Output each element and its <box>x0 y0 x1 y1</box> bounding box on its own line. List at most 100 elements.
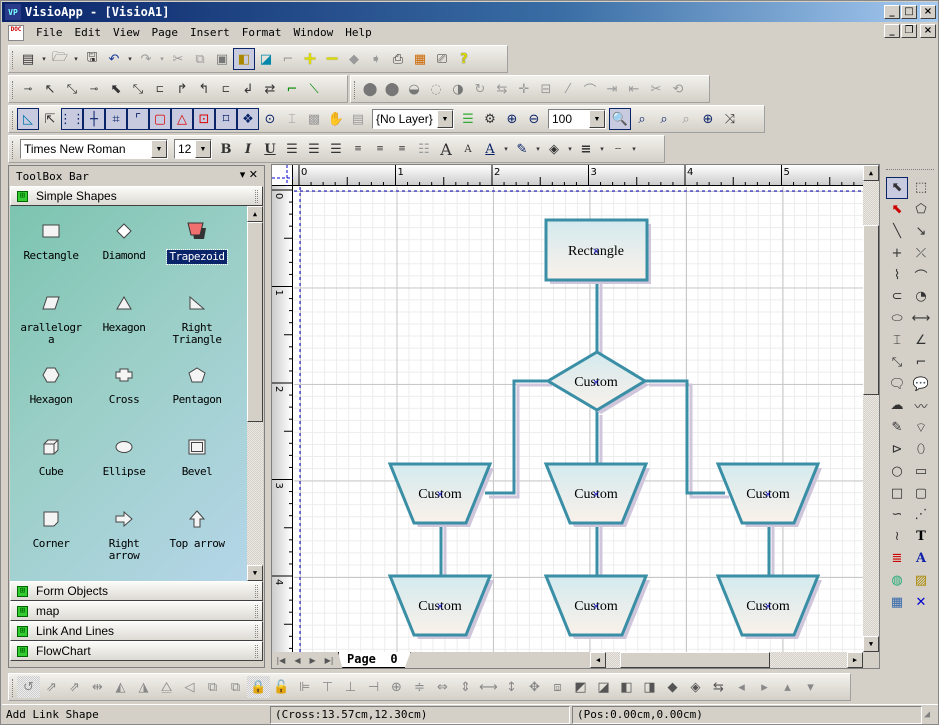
layers-icon[interactable]: ☰ <box>457 108 479 130</box>
flip-h-icon[interactable]: ◭ <box>109 676 132 698</box>
toolbox-shape-right-triangle[interactable]: Right Triangle <box>162 292 232 346</box>
zoom-rect-icon[interactable]: ⊙ <box>259 108 281 130</box>
menu-edit[interactable]: Edit <box>69 26 108 39</box>
toolbox-shape-cross[interactable]: Cross <box>89 364 159 406</box>
layer-props-icon[interactable]: ⚙ <box>479 108 501 130</box>
pen-icon[interactable]: ✎ <box>886 417 908 439</box>
delete-icon[interactable]: ✕ <box>910 591 932 613</box>
rotate-free-icon[interactable]: ↺ <box>17 676 40 698</box>
toolbox-shape-rectangle[interactable]: Rectangle <box>16 220 86 262</box>
menu-help[interactable]: Help <box>339 26 378 39</box>
swap-icon[interactable]: ⇆ <box>707 676 730 698</box>
polyline-select-icon[interactable]: ⬠ <box>910 199 932 221</box>
rich-text-icon[interactable]: ≣ <box>886 548 908 570</box>
add-point-icon[interactable]: ✛ <box>513 78 535 100</box>
send-back-icon[interactable]: ◪ <box>592 676 615 698</box>
line-icon[interactable]: ⁄ <box>557 78 579 100</box>
rectangle-icon[interactable]: ▭ <box>910 460 932 482</box>
prev-page-icon[interactable]: ◀ <box>294 656 300 665</box>
center-v-icon[interactable]: ≑ <box>408 676 431 698</box>
link-13-icon[interactable]: ⌐ <box>281 78 303 100</box>
pointer-icon[interactable]: ⬉ <box>886 177 908 199</box>
lasso-icon[interactable]: ⬚ <box>910 177 932 199</box>
line-color-dropdown-icon[interactable]: ▾ <box>533 138 543 160</box>
document-icon[interactable]: DOC <box>8 24 24 41</box>
last-page-icon[interactable]: ▶| <box>325 656 334 665</box>
move-down-icon[interactable]: ▾ <box>799 676 822 698</box>
globe-icon[interactable]: ◍ <box>886 569 908 591</box>
font-select[interactable]: Times New Roman ▼ <box>20 139 168 159</box>
doc-restore-button[interactable]: ❐ <box>901 24 917 38</box>
link-10-icon[interactable]: ⊏ <box>215 78 237 100</box>
add-icon[interactable]: + <box>299 48 321 70</box>
order1-icon[interactable]: ◆ <box>661 676 684 698</box>
zoom-out-icon[interactable]: ⊖ <box>523 108 545 130</box>
format-painter-icon[interactable]: ◧ <box>233 48 255 70</box>
join-icon[interactable]: ⟲ <box>667 78 689 100</box>
toolbox-menu-icon[interactable]: ▾ <box>240 168 246 181</box>
mirror2-icon[interactable]: ◁ <box>178 676 201 698</box>
chevron-down-icon[interactable]: ▼ <box>151 140 167 158</box>
back-icon[interactable]: ◆ <box>343 48 365 70</box>
lock-icon[interactable]: 🔒 <box>247 676 270 698</box>
cloud-icon[interactable]: ☁ <box>886 395 908 417</box>
link-6-icon[interactable]: ⤡ <box>127 78 149 100</box>
line-weight-icon[interactable]: ≡ <box>575 138 597 160</box>
v-dimension-icon[interactable]: ⌶ <box>886 330 908 352</box>
page-icon[interactable]: ⌶ <box>281 108 303 130</box>
scroll-right-icon[interactable]: ▶ <box>847 652 863 668</box>
link-12-icon[interactable]: ⇄ <box>259 78 281 100</box>
undo-dropdown-icon[interactable]: ▾ <box>125 48 135 70</box>
paste-icon[interactable]: ▣ <box>211 48 233 70</box>
toolbox-close-icon[interactable]: ✕ <box>249 168 258 181</box>
space-h-icon[interactable]: ⇔ <box>431 676 454 698</box>
toolbox-shape-bevel[interactable]: Bevel <box>162 436 232 478</box>
pie-icon[interactable]: ◔ <box>910 286 932 308</box>
curve-icon[interactable]: ⌒ <box>579 78 601 100</box>
send-backward-icon[interactable]: ◨ <box>638 676 661 698</box>
zoom-select[interactable]: 100 ▼ <box>548 109 606 129</box>
align-right-icon[interactable]: ⇤ <box>623 78 645 100</box>
wave-icon[interactable]: ≀ <box>886 526 908 548</box>
center-h-icon[interactable]: ⊕ <box>385 676 408 698</box>
open-dropdown-icon[interactable]: ▾ <box>71 48 81 70</box>
color-grid-icon[interactable]: ▦ <box>409 48 431 70</box>
bullets-icon[interactable]: ☷ <box>413 138 435 160</box>
first-page-icon[interactable]: |◀ <box>276 656 285 665</box>
next-page-icon[interactable]: ▶ <box>309 656 315 665</box>
toolbox-shape-cube[interactable]: Cube <box>16 436 86 478</box>
fragment-icon[interactable]: ◒ <box>403 78 425 100</box>
align-left-icon[interactable]: ⊫ <box>293 676 316 698</box>
scroll-thumb[interactable] <box>620 652 770 668</box>
bring-front-icon[interactable]: ◩ <box>569 676 592 698</box>
bezier-icon[interactable]: ⤫ <box>910 242 932 264</box>
combine-icon[interactable]: ⬤ <box>381 78 403 100</box>
layer-select[interactable]: {No Layer} ▼ <box>372 109 454 129</box>
chevron-down-icon[interactable]: ▼ <box>589 110 605 128</box>
valign-bottom-icon[interactable]: ≡ <box>391 138 413 160</box>
fit-selection-icon[interactable]: ⌕ <box>675 108 697 130</box>
move-left-icon[interactable]: ◂ <box>730 676 753 698</box>
close-button[interactable]: × <box>920 5 936 19</box>
align-top-icon[interactable]: ⊤ <box>316 676 339 698</box>
line-icon[interactable]: ╲ <box>886 221 908 243</box>
align-left-text-icon[interactable]: ☰ <box>281 138 303 160</box>
callout-rect-icon[interactable]: 🗨 <box>886 373 908 395</box>
menu-file[interactable]: File <box>30 26 69 39</box>
toolbox-shape-trapezoid[interactable]: Trapezoid <box>162 220 232 265</box>
zoom-in-icon[interactable]: ⊕ <box>501 108 523 130</box>
same-size-icon[interactable]: ✥ <box>523 676 546 698</box>
link-1-icon[interactable]: ⊸ <box>17 78 39 100</box>
chevron-down-icon[interactable]: ▼ <box>437 110 453 128</box>
new-dropdown-icon[interactable]: ▾ <box>39 48 49 70</box>
help-icon[interactable]: ? <box>453 48 475 70</box>
reverse-icon[interactable]: ⇆ <box>491 78 513 100</box>
link-7-icon[interactable]: ⊏ <box>149 78 171 100</box>
image-icon[interactable]: ▨ <box>910 569 932 591</box>
flip-icon[interactable]: ⇹ <box>86 676 109 698</box>
line-pattern-dropdown-icon[interactable]: ▾ <box>629 138 639 160</box>
link-8-icon[interactable]: ↱ <box>171 78 193 100</box>
chevron-down-icon[interactable]: ▼ <box>195 140 211 158</box>
scroll-up-icon[interactable]: ▲ <box>247 206 263 222</box>
toolbox-scrollbar[interactable]: ▲ ▼ <box>247 206 263 581</box>
